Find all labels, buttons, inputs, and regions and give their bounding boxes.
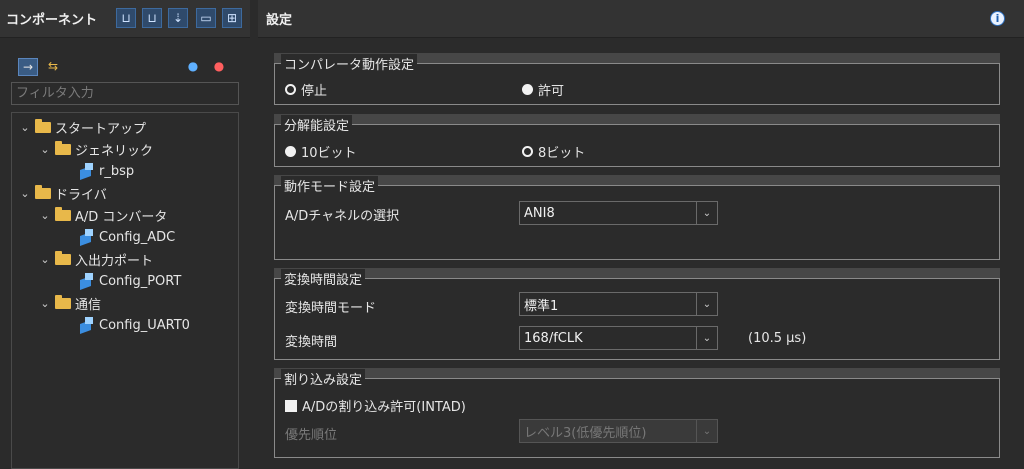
tree-item-label: ジェネリック	[75, 143, 154, 159]
remove-component-icon[interactable]: ⊔	[142, 8, 162, 28]
resolution-10bit-radio[interactable]: 10ビット	[285, 142, 357, 161]
tree-item-label: Config_UART0	[99, 317, 190, 333]
tree-item-label: r_bsp	[99, 163, 135, 179]
interrupt-section	[274, 378, 1000, 458]
tree-item-startup[interactable]: ⌄ スタートアップ	[18, 116, 146, 138]
operation-mode-legend: 動作モード設定	[281, 176, 379, 195]
interrupt-legend: 割り込み設定	[281, 369, 366, 388]
comparator-legend: コンパレータ動作設定	[281, 54, 418, 73]
priority-label: 優先順位	[285, 428, 338, 443]
conversion-legend: 変換時間設定	[281, 269, 366, 288]
radio-label: 停止	[301, 84, 328, 99]
section-band	[274, 175, 1000, 185]
chevron-down-icon[interactable]: ⌄	[38, 209, 52, 222]
chevron-down-icon[interactable]: ⌄	[696, 327, 717, 349]
conversion-time-select[interactable]: 168/fCLK ⌄	[519, 326, 718, 350]
select-value: 標準1	[524, 298, 559, 314]
chevron-down-icon[interactable]: ⌄	[696, 202, 717, 224]
chevron-down-icon[interactable]: ⌄	[18, 121, 32, 134]
resolution-legend: 分解能設定	[281, 115, 353, 134]
tree-item-drivers[interactable]: ⌄ ドライバ	[18, 182, 107, 204]
component-icon	[78, 163, 94, 181]
comparator-stop-radio[interactable]: 停止	[285, 80, 327, 99]
tree-item-r-bsp[interactable]: r_bsp	[78, 160, 134, 182]
checkbox-unchecked-icon	[285, 399, 297, 412]
folder-icon	[55, 294, 71, 309]
components-title: コンポーネント	[6, 13, 98, 28]
folder-icon	[35, 118, 51, 133]
interrupt-enable-checkbox[interactable]: A/Dの割り込み許可(INTAD)	[285, 396, 466, 415]
chevron-down-icon[interactable]: ⌄	[18, 187, 32, 200]
tree-item-label: スタートアップ	[55, 121, 147, 137]
radio-selected-icon	[285, 146, 296, 157]
tree-item-label: 入出力ポート	[75, 253, 154, 269]
resolution-8bit-radio[interactable]: 8ビット	[522, 142, 585, 161]
tree-item-label: A/D コンバータ	[75, 209, 168, 225]
collapse-all-icon[interactable]: ▭	[196, 8, 216, 28]
folder-icon	[55, 140, 71, 155]
conversion-time-label: 変換時間	[285, 335, 338, 350]
tree-item-generic[interactable]: ⌄ ジェネリック	[38, 138, 153, 160]
radio-unselected-icon	[522, 146, 533, 157]
checkbox-label: A/Dの割り込み許可(INTAD)	[302, 400, 466, 415]
tree-item-label: Config_ADC	[99, 229, 176, 245]
section-band	[274, 368, 1000, 378]
delete-item-icon[interactable]: ●	[210, 58, 228, 74]
component-tree: ⌄ スタートアップ ⌄ ジェネリック r_bsp ⌄ ドライバ ⌄ A/D コン…	[11, 112, 239, 469]
select-value: レベル3(低優先順位)	[524, 425, 647, 441]
component-icon	[78, 229, 94, 247]
tree-item-label: Config_PORT	[99, 273, 182, 289]
folder-icon	[55, 206, 71, 221]
chevron-down-icon[interactable]: ⌄	[696, 293, 717, 315]
chevron-down-icon[interactable]: ⌄	[38, 297, 52, 310]
tree-item-label: ドライバ	[55, 187, 107, 203]
channel-select[interactable]: ANI8 ⌄	[519, 201, 718, 225]
tree-item-config-port[interactable]: Config_PORT	[78, 270, 181, 292]
radio-unselected-icon	[285, 84, 296, 95]
radio-label: 8ビット	[538, 146, 586, 161]
add-component-icon[interactable]: ⊔	[116, 8, 136, 28]
add-item-icon[interactable]: ●	[184, 58, 202, 74]
conversion-time-note: (10.5 μs)	[748, 331, 807, 346]
section-band	[274, 114, 1000, 124]
link-editor-icon[interactable]: ⇆	[44, 58, 62, 74]
folder-icon	[55, 250, 71, 265]
conversion-mode-select[interactable]: 標準1 ⌄	[519, 292, 718, 316]
tree-item-io-port[interactable]: ⌄ 入出力ポート	[38, 248, 153, 270]
tree-item-config-adc[interactable]: Config_ADC	[78, 226, 175, 248]
select-value: ANI8	[524, 205, 555, 221]
priority-select[interactable]: レベル3(低優先順位) ⌄	[519, 419, 718, 443]
tree-item-config-uart0[interactable]: Config_UART0	[78, 314, 190, 336]
radio-label: 10ビット	[301, 146, 357, 161]
tree-item-ad-converter[interactable]: ⌄ A/D コンバータ	[38, 204, 167, 226]
component-icon	[78, 317, 94, 335]
conversion-mode-label: 変換時間モード	[285, 301, 377, 316]
filter-input[interactable]	[11, 82, 239, 105]
tree-view-icon[interactable]: →	[18, 58, 38, 76]
info-icon[interactable]: i	[990, 11, 1005, 26]
chevron-down-icon[interactable]: ⌄	[38, 143, 52, 156]
folder-icon	[35, 184, 51, 199]
sort-icon[interactable]: ⇣	[168, 8, 188, 28]
settings-header	[258, 0, 1024, 38]
channel-select-label: A/Dチャネルの選択	[285, 209, 400, 224]
component-icon	[78, 273, 94, 291]
chevron-down-icon[interactable]: ⌄	[696, 420, 717, 442]
radio-label: 許可	[538, 84, 565, 99]
section-band	[274, 268, 1000, 278]
resolution-section	[274, 124, 1000, 167]
comparator-enable-radio[interactable]: 許可	[522, 80, 564, 99]
select-value: 168/fCLK	[524, 330, 583, 346]
settings-title: 設定	[266, 13, 293, 28]
radio-selected-icon	[522, 84, 533, 95]
tree-item-communication[interactable]: ⌄ 通信	[38, 292, 101, 314]
expand-all-icon[interactable]: ⊞	[222, 8, 242, 28]
tree-item-label: 通信	[75, 297, 102, 313]
chevron-down-icon[interactable]: ⌄	[38, 253, 52, 266]
